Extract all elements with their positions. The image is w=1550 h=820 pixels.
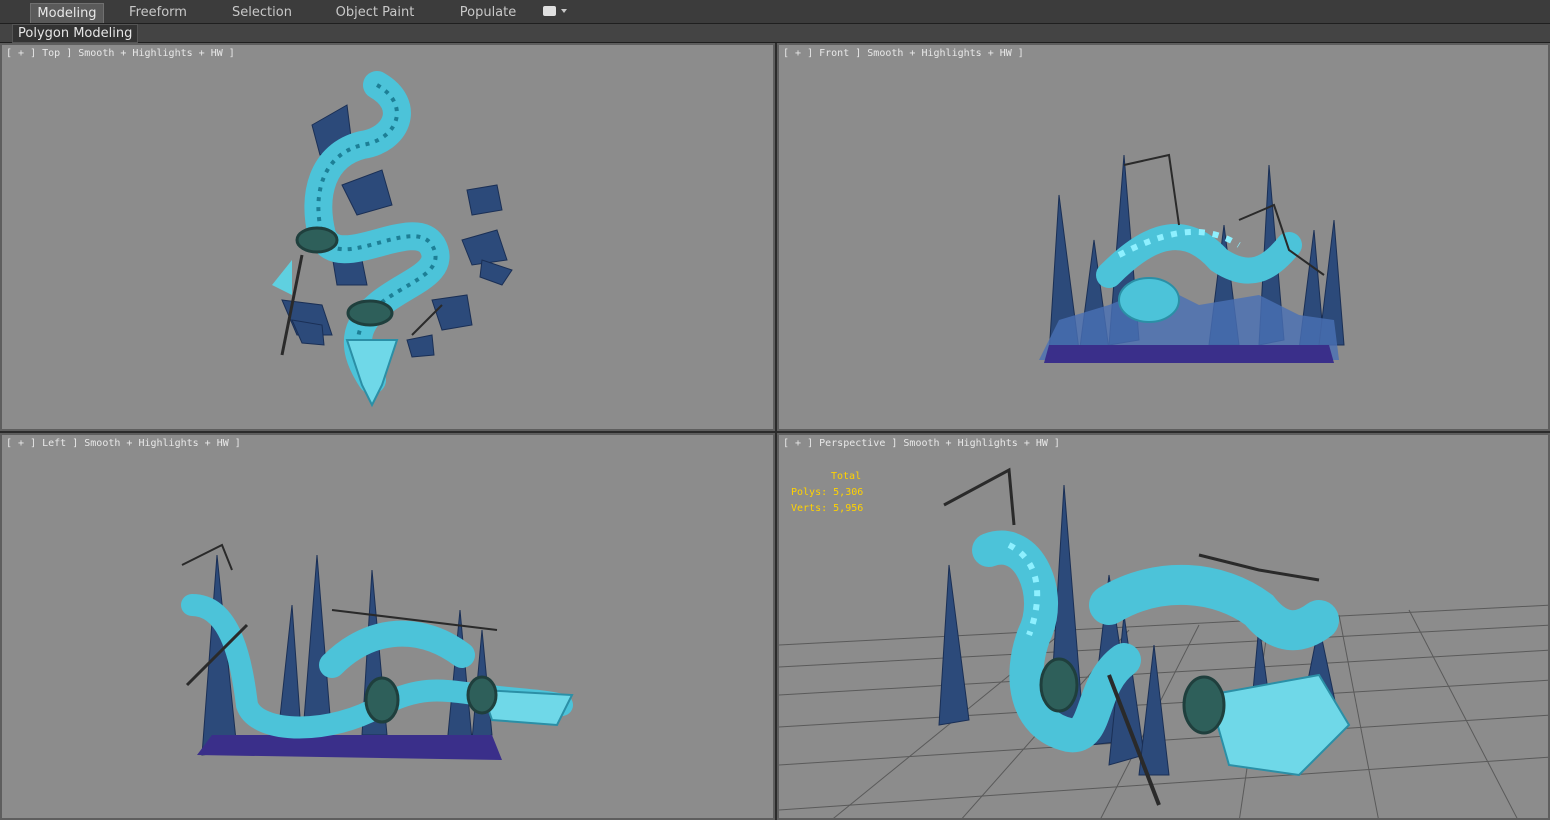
stats-verts-label: Verts:	[791, 503, 828, 514]
poly-stats-overlay: Total Polys: 5,306 Verts: 5,956	[791, 469, 863, 517]
dragon-model-front	[1039, 153, 1345, 363]
ribbon-options-dropdown[interactable]	[543, 6, 567, 18]
ground-grid	[779, 604, 1548, 818]
stats-verts: Verts: 5,956	[791, 501, 863, 517]
stats-polys: Polys: 5,306	[791, 485, 863, 501]
tab-selection[interactable]: Selection	[222, 3, 302, 22]
chevron-down-icon	[561, 9, 567, 13]
tab-populate[interactable]: Populate	[450, 3, 526, 22]
dragon-model-top	[272, 71, 513, 408]
ribbon-toggle-icon	[543, 6, 556, 16]
polygon-modeling-panel-button[interactable]: Polygon Modeling	[12, 24, 139, 43]
viewport-top[interactable]: [ + ] Top ] Smooth + Highlights + HW ]	[0, 43, 775, 431]
viewport-perspective-label[interactable]: [ + ] Perspective ] Smooth + Highlights …	[783, 438, 1060, 449]
viewport-perspective[interactable]: [ + ] Perspective ] Smooth + Highlights …	[777, 433, 1550, 820]
viewport-left[interactable]: [ + ] Left ] Smooth + Highlights + HW ]	[0, 433, 775, 820]
dragon-model-left	[181, 543, 574, 760]
stats-polys-value: 5,306	[833, 487, 864, 498]
stats-verts-value: 5,956	[833, 503, 864, 514]
perspective-scene	[779, 467, 1548, 818]
tab-freeform[interactable]: Freeform	[118, 3, 198, 22]
tab-object-paint[interactable]: Object Paint	[330, 3, 420, 22]
tab-modeling[interactable]: Modeling	[30, 3, 104, 23]
viewport-left-label[interactable]: [ + ] Left ] Smooth + Highlights + HW ]	[6, 438, 241, 449]
stats-polys-label: Polys:	[791, 487, 828, 498]
dragon-head	[1207, 673, 1351, 777]
ribbon-tab-bar: Modeling Freeform Selection Object Paint…	[0, 0, 1550, 24]
viewport-front[interactable]: [ + ] Front ] Smooth + Highlights + HW ]	[777, 43, 1550, 431]
ribbon-panel: Polygon Modeling	[0, 24, 1550, 43]
stats-total-label: Total	[831, 471, 862, 482]
viewport-front-label[interactable]: [ + ] Front ] Smooth + Highlights + HW ]	[783, 48, 1024, 59]
viewport-top-label[interactable]: [ + ] Top ] Smooth + Highlights + HW ]	[6, 48, 235, 59]
